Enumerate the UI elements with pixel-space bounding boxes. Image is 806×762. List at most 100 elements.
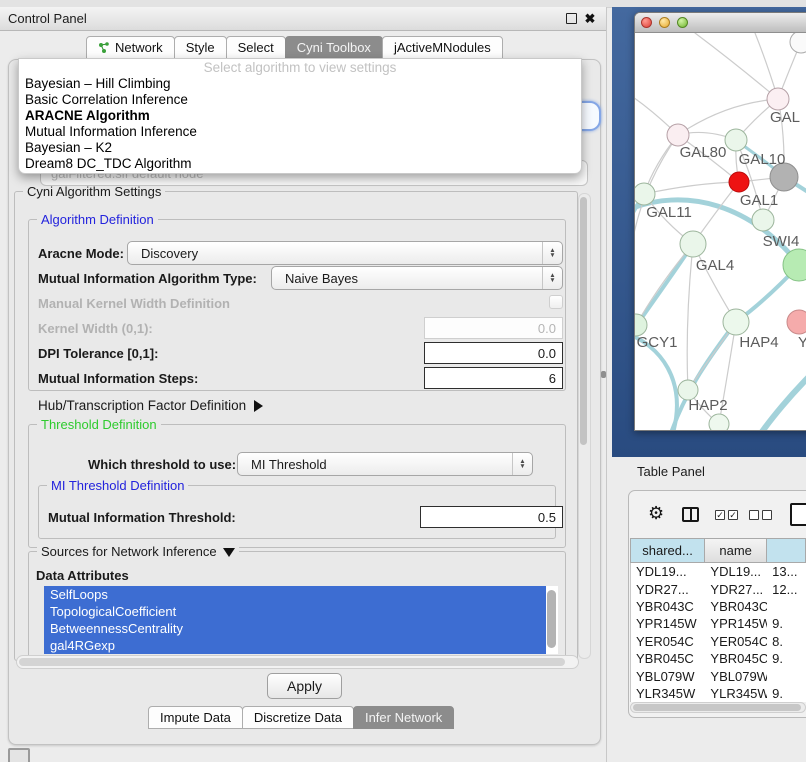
network-node[interactable] xyxy=(790,33,806,53)
network-edge[interactable] xyxy=(644,182,739,194)
network-node[interactable] xyxy=(709,414,729,430)
table-row[interactable]: YBL079WYBL079W xyxy=(631,667,806,684)
collapse-down-icon[interactable] xyxy=(223,548,235,557)
dropdown-item[interactable]: Basic Correlation Inference xyxy=(19,92,581,108)
mi-threshold-field[interactable]: 0.5 xyxy=(420,506,563,528)
node-label: GAL xyxy=(770,109,800,126)
hub-definition-label: Hub/Transcription Factor Definition xyxy=(38,398,246,413)
list-scrollbar[interactable] xyxy=(547,590,556,648)
aracne-mode-combo[interactable]: Discovery ▲▼ xyxy=(127,241,563,265)
column-header[interactable] xyxy=(767,538,806,563)
network-node[interactable] xyxy=(680,231,706,257)
apply-button[interactable]: Apply xyxy=(267,673,342,699)
table-row[interactable]: YBR043CYBR043C xyxy=(631,598,806,615)
dropdown-item[interactable]: Bayesian – Hill Climbing xyxy=(19,76,581,92)
table-horizontal-scrollbar[interactable] xyxy=(630,702,806,713)
tab-impute-data[interactable]: Impute Data xyxy=(148,706,243,729)
manual-kernel-checkbox[interactable] xyxy=(549,295,563,309)
dropdown-item[interactable]: Bayesian – K2 xyxy=(19,140,581,156)
settings-vertical-scrollbar[interactable] xyxy=(578,193,591,659)
tab-cyni-toolbox[interactable]: Cyni Toolbox xyxy=(285,36,383,59)
table-row[interactable]: YLR345WYLR345W9. xyxy=(631,685,806,702)
scrollbar-thumb[interactable] xyxy=(580,197,587,445)
network-node[interactable] xyxy=(729,172,749,192)
network-node[interactable] xyxy=(667,124,689,146)
network-node[interactable] xyxy=(635,183,655,205)
attribute-list-item[interactable]: SelfLoops xyxy=(44,586,546,603)
tab-infer-network[interactable]: Infer Network xyxy=(353,706,454,729)
column-layout-icon xyxy=(682,507,699,522)
dpi-tolerance-field[interactable]: 0.0 xyxy=(424,342,563,364)
float-panel-button[interactable] xyxy=(563,11,579,27)
attribute-list-item[interactable]: TopologicalCoefficient xyxy=(44,603,546,620)
aracne-mode-value: Discovery xyxy=(141,246,198,261)
network-node[interactable] xyxy=(725,129,747,151)
select-all-columns-button[interactable]: ✓✓ xyxy=(715,510,738,520)
table-settings-button[interactable]: ⚙ xyxy=(648,504,664,524)
checked-checkbox-icon: ✓ xyxy=(728,510,738,520)
network-node[interactable] xyxy=(767,88,789,110)
tab-jactivemnodules[interactable]: jActiveMNodules xyxy=(382,36,503,59)
panel-title: Control Panel xyxy=(8,11,87,26)
tab-label: Style xyxy=(186,40,215,55)
attribute-list-item[interactable]: gal4RGexp xyxy=(44,637,546,654)
network-canvas[interactable]: GALGAL80GAL10GAL1GAL11SWI4GAL4GCY1HAP4YH… xyxy=(635,33,806,430)
network-icon xyxy=(98,42,110,54)
table-cell: YLR345W xyxy=(705,686,767,701)
network-edge-thick[interactable] xyxy=(753,361,806,430)
network-node[interactable] xyxy=(723,309,749,335)
which-threshold-combo[interactable]: MI Threshold ▲▼ xyxy=(237,452,533,476)
table-row[interactable]: YDR27...YDR27...12... xyxy=(631,580,806,597)
table-row[interactable]: YER054CYER054C8. xyxy=(631,633,806,650)
node-label: SWI4 xyxy=(763,233,800,250)
dropdown-item[interactable]: Dream8 DC_TDC Algorithm xyxy=(19,156,581,172)
close-icon: ✖ xyxy=(585,12,596,25)
scrollbar-thumb[interactable] xyxy=(19,658,565,666)
network-window-titlebar[interactable] xyxy=(635,13,806,33)
tab-label: Network xyxy=(115,40,163,55)
zoom-traffic-light-icon[interactable] xyxy=(677,17,688,28)
tab-discretize-data[interactable]: Discretize Data xyxy=(242,706,354,729)
dropdown-item[interactable]: ARACNE Algorithm xyxy=(19,108,581,124)
kernel-width-field[interactable]: 0.0 xyxy=(424,317,563,339)
attribute-list-item[interactable]: BetweennessCentrality xyxy=(44,620,546,637)
node-label: GAL80 xyxy=(680,144,727,161)
node-label: GAL1 xyxy=(740,192,778,209)
close-panel-button[interactable]: ✖ xyxy=(582,11,598,27)
dock-grip-icon[interactable] xyxy=(8,748,30,762)
network-node[interactable] xyxy=(635,314,647,336)
hub-definition-expander[interactable]: Hub/Transcription Factor Definition xyxy=(38,398,263,413)
network-node[interactable] xyxy=(787,310,806,334)
column-header[interactable]: name xyxy=(705,538,767,563)
network-edge[interactable] xyxy=(695,33,778,99)
deselect-all-columns-button[interactable] xyxy=(749,510,772,520)
dropdown-item[interactable]: Mutual Information Inference xyxy=(19,124,581,140)
algorithm-dropdown-list: Select algorithm to view settings Bayesi… xyxy=(18,58,582,174)
close-traffic-light-icon[interactable] xyxy=(641,17,652,28)
inference-algorithm-combo-edge[interactable] xyxy=(581,101,601,131)
mi-type-combo[interactable]: Naive Bayes ▲▼ xyxy=(271,266,563,290)
kernel-width-value: 0.0 xyxy=(538,321,556,336)
mi-steps-field[interactable]: 6 xyxy=(424,367,563,389)
network-edge[interactable] xyxy=(678,99,778,135)
data-attributes-list[interactable]: SelfLoopsTopologicalCoefficientBetweenne… xyxy=(44,586,558,654)
table-row[interactable]: YDL19...YDL19...13... xyxy=(631,563,806,580)
table-cell: YDL19... xyxy=(631,564,705,579)
scrollbar-thumb[interactable] xyxy=(633,704,801,711)
table-row[interactable]: YBR045CYBR045C9. xyxy=(631,650,806,667)
settings-horizontal-scrollbar[interactable] xyxy=(16,655,579,669)
column-header[interactable]: shared... xyxy=(630,538,705,563)
table-cell: YLR345W xyxy=(631,686,705,701)
table-cell: YPR145W xyxy=(631,616,705,631)
network-node[interactable] xyxy=(752,209,774,231)
network-edge[interactable] xyxy=(687,244,693,390)
tab-style[interactable]: Style xyxy=(174,36,227,59)
tab-network[interactable]: Network xyxy=(86,36,175,59)
column-layout-button[interactable] xyxy=(682,507,699,527)
splitter-handle[interactable] xyxy=(601,371,606,378)
minimize-traffic-light-icon[interactable] xyxy=(659,17,670,28)
export-table-button[interactable] xyxy=(790,503,806,531)
tab-select[interactable]: Select xyxy=(226,36,286,59)
table-row[interactable]: YPR145WYPR145W9. xyxy=(631,615,806,632)
unchecked-checkbox-icon xyxy=(762,510,772,520)
